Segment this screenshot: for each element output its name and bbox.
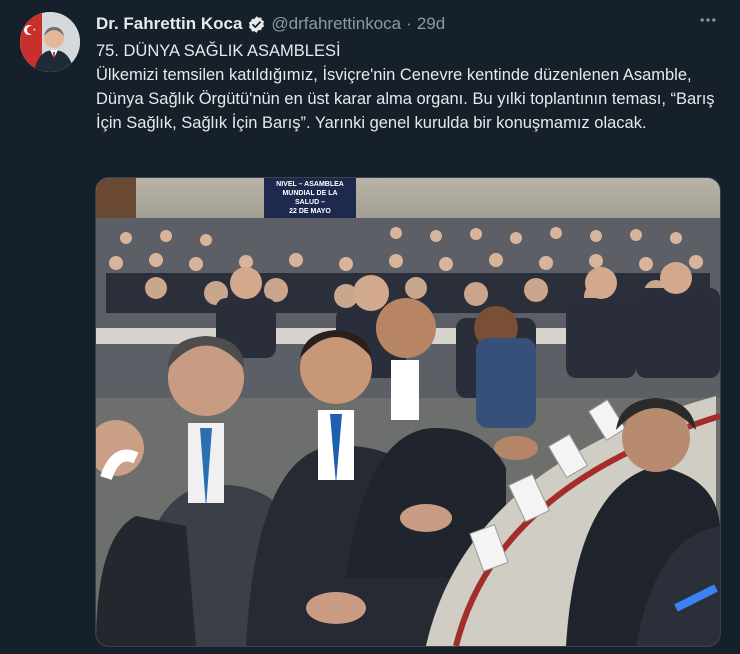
more-options-icon[interactable]	[696, 10, 720, 34]
tweet-body: Ülkemizi temsilen katıldığımız, İsviçre'…	[96, 66, 715, 132]
verified-badge-icon	[247, 15, 266, 34]
tweet-text: 75. DÜNYA SAĞLIK ASAMBLESİ Ülkemizi tems…	[96, 39, 716, 135]
author-name[interactable]: Dr. Fahrettin Koca	[96, 14, 242, 34]
tweet-photo[interactable]: NIVEL – ASAMBLEA MUNDIAL DE LA SALUD – 2…	[95, 177, 721, 647]
avatar[interactable]	[20, 12, 80, 72]
tweet-title: 75. DÜNYA SAĞLIK ASAMBLESİ	[96, 42, 341, 60]
screen-line-3: SALUD –	[295, 199, 325, 206]
screen-line-4: 22 DE MAYO	[289, 208, 331, 215]
author-handle[interactable]: @drfahrettinkoca	[271, 14, 401, 34]
photo-illustration: NIVEL – ASAMBLEA MUNDIAL DE LA SALUD – 2…	[96, 178, 720, 646]
screen-line-2: MUNDIAL DE LA	[282, 190, 337, 197]
tweet-timestamp[interactable]: 29d	[417, 14, 445, 34]
tweet[interactable]: Dr. Fahrettin Koca @drfahrettinkoca · 29…	[0, 0, 740, 654]
screen-line-1: NIVEL – ASAMBLEA	[276, 181, 344, 188]
tweet-header: Dr. Fahrettin Koca @drfahrettinkoca · 29…	[96, 13, 445, 35]
separator-dot: ·	[406, 14, 412, 33]
